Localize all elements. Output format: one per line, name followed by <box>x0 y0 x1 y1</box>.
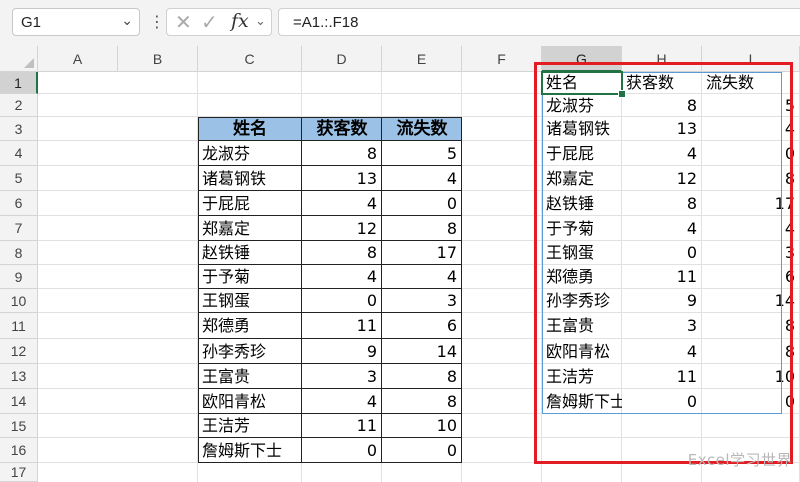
table-row-divider <box>198 363 462 364</box>
worksheet-grid[interactable]: A B C D E F G H I 1 2 3 4 5 6 7 8 9 10 11 12 13 14 15 16 17 姓名 获客数流… <box>0 46 800 482</box>
table-row-divider <box>198 413 462 414</box>
table-row-divider <box>198 165 462 166</box>
row-header-7[interactable]: 7 <box>0 216 38 241</box>
row-header-12[interactable]: 12 <box>0 339 38 364</box>
row-header-13[interactable]: 13 <box>0 364 38 389</box>
column-header-f[interactable]: F <box>462 46 542 72</box>
row-header-16[interactable]: 16 <box>0 438 38 463</box>
select-all-button[interactable] <box>0 46 38 72</box>
chevron-down-icon[interactable]: ⌄ <box>121 13 133 29</box>
table-row-divider <box>198 215 462 216</box>
name-box[interactable]: G1 ⌄ <box>12 8 140 36</box>
formula-bar: G1 ⌄ ⋮ ✕ ✓ fx ⌄ =A1.:.F18 <box>0 0 800 46</box>
name-box-value: G1 <box>21 14 42 31</box>
column-header-b[interactable]: B <box>118 46 198 72</box>
row-header-8[interactable]: 8 <box>0 241 38 265</box>
row-header-10[interactable]: 10 <box>0 289 38 313</box>
table-row-divider <box>198 264 462 265</box>
chevron-down-icon[interactable]: ⌄ <box>255 14 266 29</box>
table-col-divider <box>301 117 302 463</box>
row-header-14[interactable]: 14 <box>0 389 38 414</box>
table-row-divider <box>198 312 462 313</box>
fx-icon[interactable]: fx <box>231 10 249 32</box>
table-row-divider <box>198 388 462 389</box>
table-row-divider <box>198 288 462 289</box>
formula-actions: ✕ ✓ fx ⌄ <box>166 8 272 36</box>
table-row-divider <box>198 190 462 191</box>
row-header-5[interactable]: 5 <box>0 166 38 191</box>
column-header-e[interactable]: E <box>382 46 462 72</box>
row-header-3[interactable]: 3 <box>0 117 38 141</box>
row-header-4[interactable]: 4 <box>0 141 38 166</box>
table-col-divider <box>381 117 382 463</box>
table-row-divider <box>198 140 462 141</box>
row-header-1[interactable]: 1 <box>0 72 38 94</box>
row-header-6[interactable]: 6 <box>0 191 38 216</box>
row-header-9[interactable]: 9 <box>0 265 38 289</box>
cancel-x-icon[interactable]: ✕ <box>175 10 192 34</box>
highlight-box <box>534 62 793 464</box>
formula-input[interactable]: =A1.:.F18 <box>278 8 800 36</box>
checkmark-icon[interactable]: ✓ <box>201 10 218 34</box>
formula-text: =A1.:.F18 <box>293 14 359 31</box>
table-row-divider <box>198 437 462 438</box>
table-row-divider <box>198 240 462 241</box>
row-header-2[interactable]: 2 <box>0 94 38 117</box>
more-options-icon[interactable]: ⋮ <box>149 12 165 31</box>
watermark: Excel学习世界 <box>687 451 792 469</box>
column-header-c[interactable]: C <box>198 46 302 72</box>
source-table-border <box>198 117 462 463</box>
column-header-d[interactable]: D <box>302 46 382 72</box>
row-header-11[interactable]: 11 <box>0 313 38 339</box>
table-row-divider <box>198 338 462 339</box>
column-header-a[interactable]: A <box>38 46 118 72</box>
row-header-15[interactable]: 15 <box>0 414 38 438</box>
row-header-17[interactable]: 17 <box>0 463 38 482</box>
